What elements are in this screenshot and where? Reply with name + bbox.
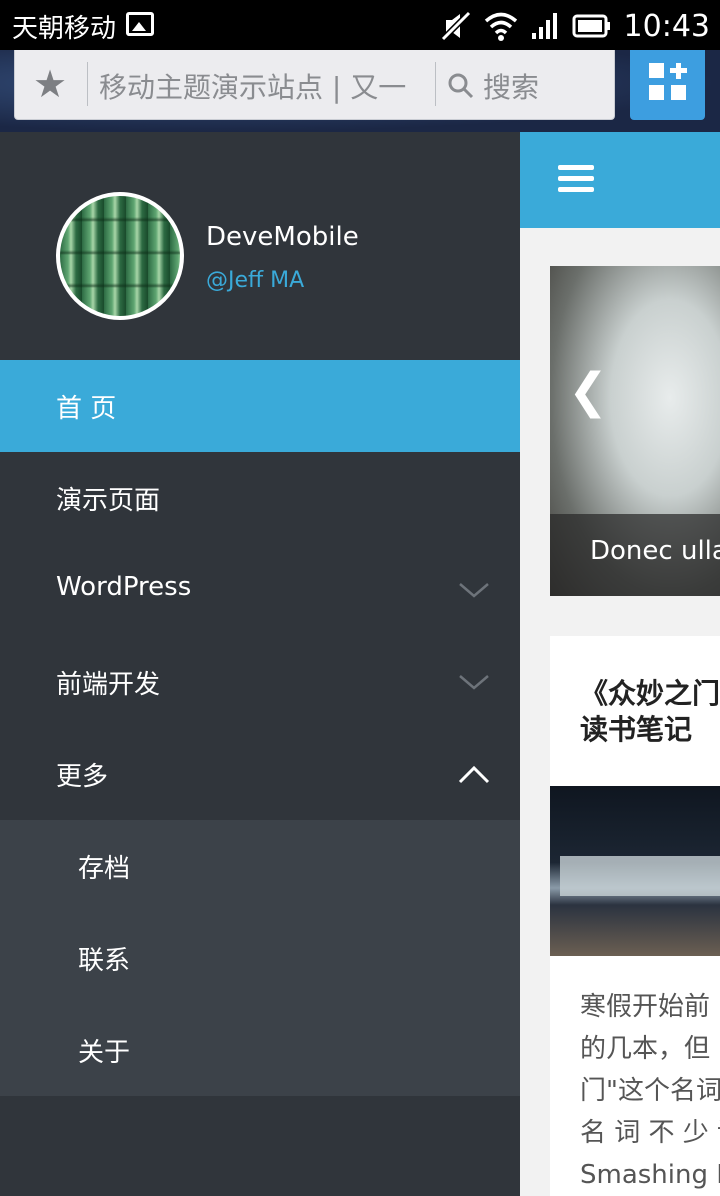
post-thumbnail[interactable]: [550, 786, 720, 956]
menu-item-label: 演示页面: [56, 486, 161, 516]
post-card[interactable]: 《众妙之门 读书笔记 寒假开始前 的几本，但 门"这个名词 名 词 不 少 诉 …: [550, 636, 720, 1196]
mute-icon: [440, 10, 471, 42]
profile-header: DeveMobile @Jeff MA: [0, 132, 520, 360]
featured-slider[interactable]: ❮ Donec ulla: [550, 266, 720, 596]
apps-button[interactable]: [630, 50, 705, 120]
submenu-item-archive[interactable]: 存档: [0, 820, 520, 912]
menu-item-label: 首 页: [56, 394, 117, 424]
submenu-item-label: 联系: [78, 946, 131, 976]
wifi-icon: [484, 12, 517, 41]
menu-icon[interactable]: [558, 165, 594, 193]
menu-item-more[interactable]: 更多: [0, 728, 520, 820]
battery-icon: [572, 14, 610, 38]
submenu-item-label: 存档: [78, 854, 131, 884]
browser-toolbar: ★ 移动主题演示站点 | 又一 搜索: [0, 50, 720, 132]
submenu-item-label: 关于: [78, 1038, 131, 1068]
bookmark-star-icon[interactable]: ★: [33, 64, 67, 104]
username: DeveMobile: [206, 222, 359, 252]
nav-drawer: DeveMobile @Jeff MA 首 页 演示页面 WordPress 前…: [0, 132, 520, 1196]
divider: [87, 62, 88, 106]
post-excerpt: 寒假开始前 的几本，但 门"这个名词 名 词 不 少 诉 Smashing M: [580, 992, 720, 1190]
page-content: ❮ Donec ulla 《众妙之门 读书笔记 寒假开始前 的几本，但 门"这个…: [520, 132, 720, 1196]
submenu-item-contact[interactable]: 联系: [0, 912, 520, 1004]
avatar[interactable]: [56, 192, 184, 320]
search-icon: [448, 73, 474, 99]
menu-item-label: 更多: [56, 762, 109, 792]
carrier-name: 天朝移动: [12, 14, 117, 44]
chevron-up-icon[interactable]: [458, 758, 490, 790]
clock: 10:43: [623, 8, 710, 44]
submenu-item-about[interactable]: 关于: [0, 1004, 520, 1096]
slider-caption[interactable]: Donec ulla: [590, 536, 720, 566]
post-title[interactable]: 《众妙之门 读书笔记: [580, 676, 720, 748]
search-button[interactable]: 搜索: [447, 66, 539, 106]
menu-item-demo-pages[interactable]: 演示页面: [0, 452, 520, 544]
menu-item-label: WordPress: [56, 572, 192, 602]
search-label: 搜索: [483, 71, 540, 104]
chevron-down-icon[interactable]: [458, 666, 490, 698]
menu-item-label: 前端开发: [56, 670, 161, 700]
divider: [435, 62, 436, 106]
chevron-down-icon[interactable]: [458, 574, 490, 606]
image-icon: [126, 12, 154, 36]
apps-grid-icon: [649, 63, 687, 101]
address-bar[interactable]: ★ 移动主题演示站点 | 又一 搜索: [14, 50, 615, 120]
url-text[interactable]: 移动主题演示站点 | 又一: [99, 66, 429, 106]
menu-item-frontend[interactable]: 前端开发: [0, 636, 520, 728]
slider-prev-icon[interactable]: ❮: [568, 366, 608, 416]
site-header: [520, 132, 720, 228]
submenu-more: 存档 联系 关于: [0, 820, 520, 1096]
user-handle[interactable]: @Jeff MA: [206, 268, 304, 293]
menu-item-home[interactable]: 首 页: [0, 360, 520, 452]
signal-icon: [531, 13, 557, 39]
status-bar: 天朝移动 10:43: [0, 0, 720, 50]
menu-item-wordpress[interactable]: WordPress: [0, 544, 520, 636]
status-icons: 10:43: [440, 6, 710, 46]
